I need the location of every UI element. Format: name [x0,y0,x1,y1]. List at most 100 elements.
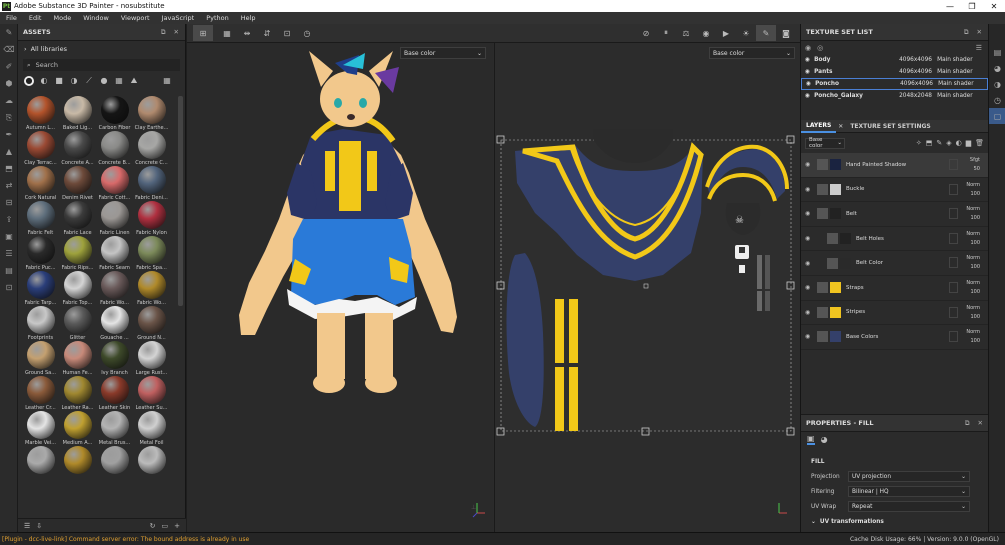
layer-opacity[interactable]: 50 [970,165,980,174]
projection-select[interactable]: UV projection ⌄ [848,471,970,482]
fill-tab-icon[interactable]: ▣ [807,434,815,445]
asset-item[interactable]: Leather Su... [133,376,170,411]
paint-brush-icon[interactable]: ✎ [0,24,18,41]
float-icon[interactable]: ⧉ [964,28,969,37]
layer-blend[interactable]: Norm 100 [966,328,980,346]
bake-icon[interactable]: ⬒ [0,160,18,177]
grid-filter-icon[interactable]: ▦ [114,76,124,86]
layer-opacity[interactable]: 100 [966,263,980,272]
2d-uv-view[interactable]: Base color ⌄ ☠ [494,43,800,532]
history-icon[interactable]: ◷ [989,92,1005,108]
texture-set-shader[interactable]: Main shader [938,81,974,87]
uv-transformations-toggle[interactable]: ⌄ UV transformations [801,514,989,529]
layer-row[interactable]: ◉ Belt Color Norm 100 [801,251,988,276]
smudge-icon[interactable]: ☁ [0,92,18,109]
asset-item[interactable]: Clay Earthe... [133,96,170,131]
minimize-button[interactable]: — [939,2,961,11]
eye-icon[interactable]: ◉ [805,309,817,316]
uv-texture-map[interactable]: ☠ [495,43,801,532]
camera-icon[interactable]: ▣ [0,228,18,245]
mask-slot[interactable] [949,208,958,220]
eye-icon[interactable]: ◉ [806,81,811,87]
display-settings-icon[interactable]: ◕ [989,60,1005,76]
layer-row[interactable]: ◉ Stripes Norm 100 [801,301,988,326]
menu-python[interactable]: Python [206,14,229,22]
eye-icon[interactable]: ◉ [805,333,817,340]
asset-item[interactable]: Concrete B... [96,131,133,166]
asset-item[interactable]: Fabric Puc... [22,236,59,271]
layer-blend[interactable]: Norm 100 [966,304,980,322]
shader-settings-icon[interactable]: ◑ [989,76,1005,92]
layer-blend[interactable]: Norm 100 [966,279,980,297]
import-icon[interactable]: ⇩ [36,522,42,530]
eye-icon[interactable]: ◉ [805,260,817,267]
effect-icon[interactable]: ✧ [916,139,922,147]
texture-set-poncho-galaxy[interactable]: ◉ Poncho_Galaxy 2048x2048 Main shader [801,90,988,102]
texture-set-shader[interactable]: Main shader [937,69,973,75]
texture-set-list-icon[interactable]: ▤ [989,44,1005,60]
asset-item[interactable]: Fabric Top... [59,271,96,306]
layer-blend[interactable]: Norm 100 [966,230,980,248]
menu-javascript[interactable]: JavaScript [162,14,195,22]
layout-single-icon[interactable]: ⊞ [193,25,213,41]
transform-icon[interactable]: ⇄ [0,177,18,194]
status-error[interactable]: [Plugin - dcc-live-link] Command server … [2,536,249,543]
layer-row[interactable]: ◉ Belt Norm 100 [801,202,988,227]
camera-view-icon[interactable]: ▶ [716,25,736,41]
asset-item[interactable]: Concrete C... [133,131,170,166]
display-icon[interactable]: ⊡ [0,279,18,296]
character-model[interactable]: ✕ ⊥ [187,43,493,532]
menu-file[interactable]: File [6,14,17,22]
eye-icon[interactable]: ◉ [805,161,817,168]
layer-blend[interactable]: Norm 100 [966,254,980,272]
list-view-icon[interactable]: ☰ [24,522,30,530]
asset-item[interactable]: Denim Rivet [59,166,96,201]
layer-row[interactable]: ◉ Base Colors Norm 100 [801,325,988,350]
texture-set-pants[interactable]: ◉ Pants 4096x4096 Main shader [801,66,988,78]
asset-item[interactable] [133,446,170,481]
asset-item[interactable] [96,446,133,481]
layer-opacity[interactable]: 100 [966,337,980,346]
geometry-mask-icon[interactable]: ⬢ [0,75,18,92]
projection-icon[interactable]: ✐ [0,58,18,75]
mask-icon[interactable]: ⬒ [926,139,933,147]
archive-icon[interactable]: ▤ [0,262,18,279]
menu-window[interactable]: Window [83,14,109,22]
texture-filter-icon[interactable]: ■ [54,76,64,86]
mask-slot[interactable] [949,331,958,343]
eye-icon[interactable]: ◉ [805,186,817,193]
layer-blend[interactable]: Norm 100 [966,205,980,223]
layer-row[interactable]: ◉ Buckle Norm 100 [801,178,988,203]
mirror-icon[interactable]: ⇹ [237,25,257,41]
texture-set-shader[interactable]: Main shader [937,93,973,99]
asset-item[interactable]: Ground Sa... [22,341,59,376]
blend-mode[interactable]: Norm [966,254,980,263]
uv-wrap-select[interactable]: Repeat ⌄ [848,501,970,512]
brush-filter-icon[interactable]: ⟋ [84,76,94,86]
asset-item[interactable]: Gouache ... [96,306,133,341]
hide-icon[interactable]: ⊘ [636,25,656,41]
3d-view[interactable]: Base color⌄ ✕ [187,43,493,532]
asset-item[interactable]: Metal Foil [133,411,170,446]
asset-item[interactable]: Human Fe... [59,341,96,376]
mask-slot[interactable] [949,159,958,170]
eraser-icon[interactable]: ⌫ [0,41,18,58]
folder-icon[interactable]: ▆ [966,139,971,147]
asset-search-input[interactable]: ⌕ Search [23,59,180,71]
layer-opacity[interactable]: 100 [966,313,980,322]
asset-item[interactable]: Fabric Lace [59,201,96,236]
layer-blend[interactable]: Norm 100 [966,181,980,199]
texture-set-poncho[interactable]: ◉ Poncho 4096x4096 Main shader [801,78,988,90]
blend-mode[interactable]: Norm [966,205,980,214]
environment-filter-icon[interactable]: ⛰ [129,76,139,86]
mask-slot[interactable] [949,281,958,293]
particle-filter-icon[interactable]: ● [99,76,109,86]
asset-item[interactable]: Glitter [59,306,96,341]
asset-item[interactable]: Leather Ra... [59,376,96,411]
texture-set-shader[interactable]: Main shader [937,57,973,63]
mask-slot[interactable] [949,183,958,195]
asset-item[interactable]: Leather Skin [96,376,133,411]
smart-material-icon[interactable]: ◐ [956,139,962,147]
asset-item[interactable]: Metal Brus... [96,411,133,446]
layer-row[interactable]: ◉ Hand Painted Shadow Sfgt 50 [801,153,988,178]
